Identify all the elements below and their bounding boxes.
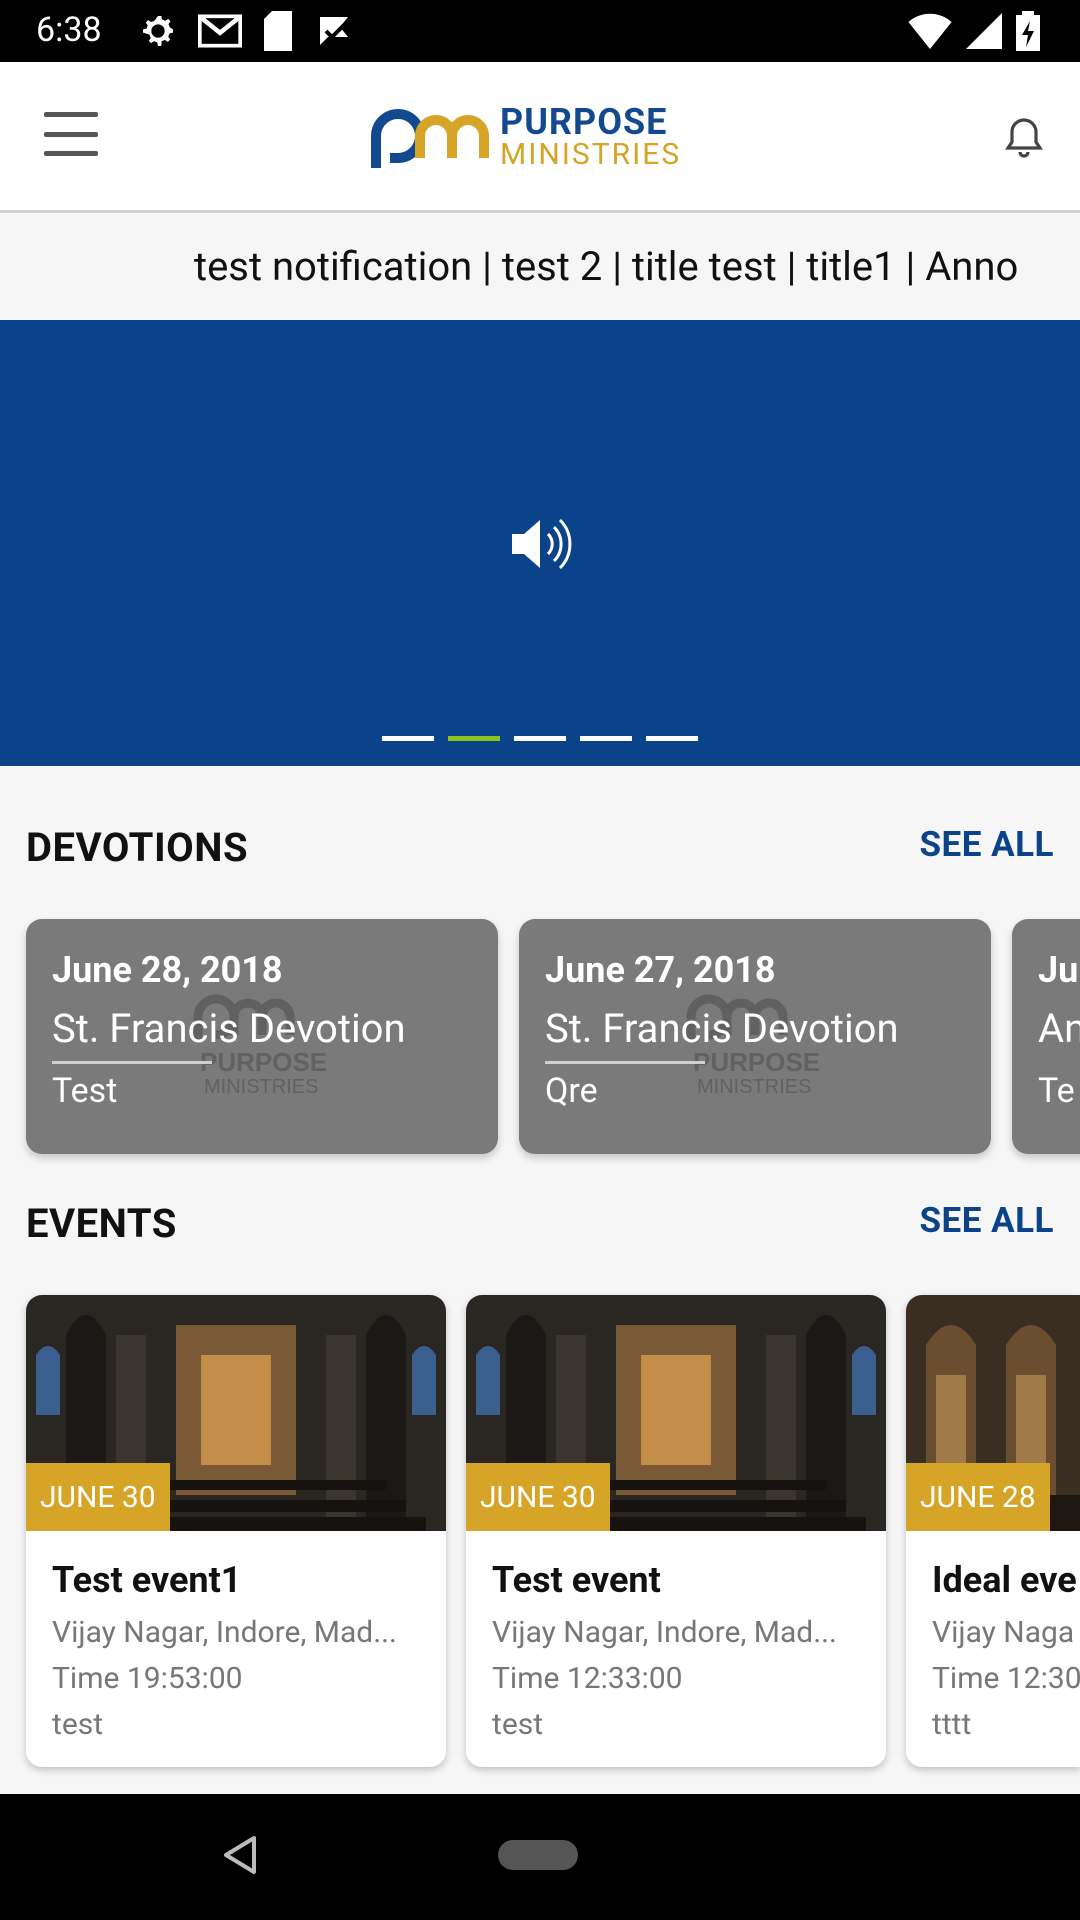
devotion-title: An (1038, 1005, 1080, 1052)
event-date-badge: JUNE 28 (906, 1463, 1050, 1531)
event-location: Vijay Nagar, Indore, Mad... (52, 1615, 397, 1650)
carousel-dot[interactable] (382, 736, 434, 741)
devotion-card[interactable]: PURPOSE MINISTRIES June 28, 2018 St. Fra… (26, 919, 498, 1154)
app-logo: PURPOSE MINISTRIES (370, 100, 710, 174)
devotion-date: June 28, 2018 (52, 949, 283, 991)
logo-title: PURPOSE (500, 101, 668, 143)
home-button[interactable] (498, 1840, 578, 1870)
event-card[interactable]: JUNE 28 Ideal eve Vijay Naga Time 12:30 … (906, 1295, 1080, 1767)
ticker-text: test notification | test 2 | title test … (194, 243, 1019, 290)
gear-icon (143, 16, 173, 46)
devotion-card[interactable]: Ju An Te (1012, 919, 1080, 1154)
back-icon[interactable] (222, 1834, 258, 1876)
event-title: Test event (492, 1559, 661, 1601)
status-time: 6:38 (36, 10, 102, 50)
status-bar: 6:38 (0, 0, 1080, 62)
devotion-title: St. Francis Devotion (545, 1005, 899, 1052)
event-title: Test event1 (52, 1559, 242, 1601)
logo-mark-icon (371, 109, 489, 168)
devotion-divider (52, 1061, 212, 1064)
gmail-icon (198, 14, 242, 48)
carousel-dot[interactable] (514, 736, 566, 741)
devotions-heading: DEVOTIONS (26, 824, 249, 871)
events-see-all-button[interactable]: SEE ALL (919, 1200, 1054, 1241)
svg-text:MINISTRIES: MINISTRIES (697, 1076, 811, 1098)
check-flag-icon (320, 17, 348, 45)
notification-bell-icon[interactable] (1000, 114, 1048, 162)
devotions-see-all-button[interactable]: SEE ALL (919, 824, 1054, 865)
notification-ticker[interactable]: test notification | test 2 | title test … (0, 213, 1080, 320)
wifi-icon (908, 13, 952, 49)
system-nav-bar (0, 1794, 1080, 1920)
carousel-dot-active[interactable] (448, 736, 500, 741)
devotion-card[interactable]: PURPOSE MINISTRIES June 27, 2018 St. Fra… (519, 919, 991, 1154)
event-time: Time 12:30 (932, 1661, 1080, 1696)
speaker-icon[interactable] (508, 516, 574, 572)
devotion-date: June 27, 2018 (545, 949, 776, 991)
logo-subtitle: MINISTRIES (500, 137, 682, 172)
devotion-divider (545, 1061, 705, 1064)
media-banner[interactable] (0, 320, 1080, 766)
event-location: Vijay Nagar, Indore, Mad... (492, 1615, 837, 1650)
signal-icon (966, 13, 1002, 49)
event-description: test (492, 1707, 544, 1742)
event-title: Ideal eve (932, 1559, 1077, 1601)
sd-card-icon (264, 11, 292, 51)
event-date-badge: JUNE 30 (466, 1463, 610, 1531)
event-time: Time 19:53:00 (52, 1661, 243, 1696)
devotion-subtitle: Test (52, 1071, 118, 1111)
event-date-badge: JUNE 30 (26, 1463, 170, 1531)
devotion-date: Ju (1038, 949, 1079, 991)
carousel-dot[interactable] (580, 736, 632, 741)
status-icons-left (138, 10, 354, 52)
menu-icon-bar (44, 151, 98, 156)
menu-icon-bar (44, 112, 98, 117)
devotion-subtitle: Qre (545, 1071, 598, 1111)
battery-icon (1016, 11, 1040, 51)
event-card[interactable]: JUNE 30 Test event Vijay Nagar, Indore, … (466, 1295, 886, 1767)
devotion-subtitle: Te (1038, 1071, 1075, 1111)
menu-icon-bar (44, 131, 98, 137)
event-image: JUNE 30 (466, 1295, 886, 1531)
svg-text:MINISTRIES: MINISTRIES (204, 1076, 318, 1098)
carousel-dots (382, 736, 698, 741)
status-icons-right (908, 10, 1040, 52)
events-heading: EVENTS (26, 1200, 177, 1247)
devotion-title: St. Francis Devotion (52, 1005, 406, 1052)
event-description: test (52, 1707, 104, 1742)
event-card[interactable]: JUNE 30 Test event1 Vijay Nagar, Indore,… (26, 1295, 446, 1767)
carousel-dot[interactable] (646, 736, 698, 741)
event-time: Time 12:33:00 (492, 1661, 683, 1696)
event-image: JUNE 30 (26, 1295, 446, 1531)
event-image: JUNE 28 (906, 1295, 1080, 1531)
event-description: tttt (932, 1707, 972, 1742)
menu-button[interactable] (44, 112, 98, 156)
event-location: Vijay Naga (932, 1615, 1075, 1650)
app-bar: PURPOSE MINISTRIES (0, 62, 1080, 213)
